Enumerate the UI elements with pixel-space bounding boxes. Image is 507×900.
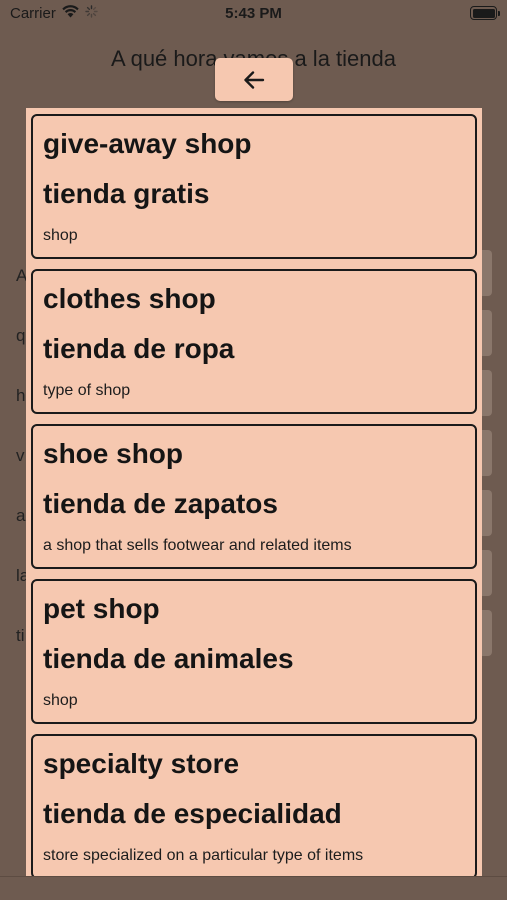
card-description: type of shop: [43, 382, 131, 399]
word-card[interactable]: give-away shop tienda gratis shop: [31, 114, 477, 259]
background-row-label: q: [16, 326, 26, 345]
word-card[interactable]: pet shop tienda de animales shop: [31, 579, 477, 724]
card-spanish-term: tienda de zapatos: [43, 488, 278, 519]
word-card[interactable]: clothes shop tienda de ropa type of shop: [31, 269, 477, 414]
card-english-term: shoe shop: [43, 438, 184, 469]
card-description: shop: [43, 227, 78, 244]
card-english-term: clothes shop: [43, 283, 216, 314]
card-spanish-term: tienda de animales: [43, 643, 294, 674]
background-row-label: h: [16, 386, 26, 405]
status-bar: Carrier 5:43 PM: [0, 0, 507, 28]
back-button[interactable]: [215, 58, 293, 101]
card-english-term: specialty store: [43, 748, 240, 779]
word-list-panel[interactable]: give-away shop tienda gratis shop clothe…: [26, 108, 482, 876]
word-card[interactable]: shoe shop tienda de zapatos a shop that …: [31, 424, 477, 569]
card-english-term: pet shop: [43, 593, 160, 624]
background-row-label: a: [16, 506, 26, 525]
card-description: store specialized on a particular type o…: [43, 847, 364, 864]
card-spanish-term: tienda de ropa: [43, 333, 235, 364]
bottom-bar: [0, 876, 507, 900]
background-row-label: v: [16, 446, 25, 465]
word-card[interactable]: specialty store tienda de especialidad s…: [31, 734, 477, 876]
status-bar-time: 5:43 PM: [225, 5, 282, 22]
battery-icon: [470, 6, 500, 20]
card-english-term: give-away shop: [43, 128, 252, 159]
card-description: shop: [43, 692, 78, 709]
background-row-label: ti: [16, 626, 25, 645]
card-spanish-term: tienda de especialidad: [43, 798, 342, 829]
arrow-left-icon: [243, 70, 265, 90]
card-spanish-term: tienda gratis: [43, 178, 210, 209]
card-description: a shop that sells footwear and related i…: [43, 537, 352, 554]
